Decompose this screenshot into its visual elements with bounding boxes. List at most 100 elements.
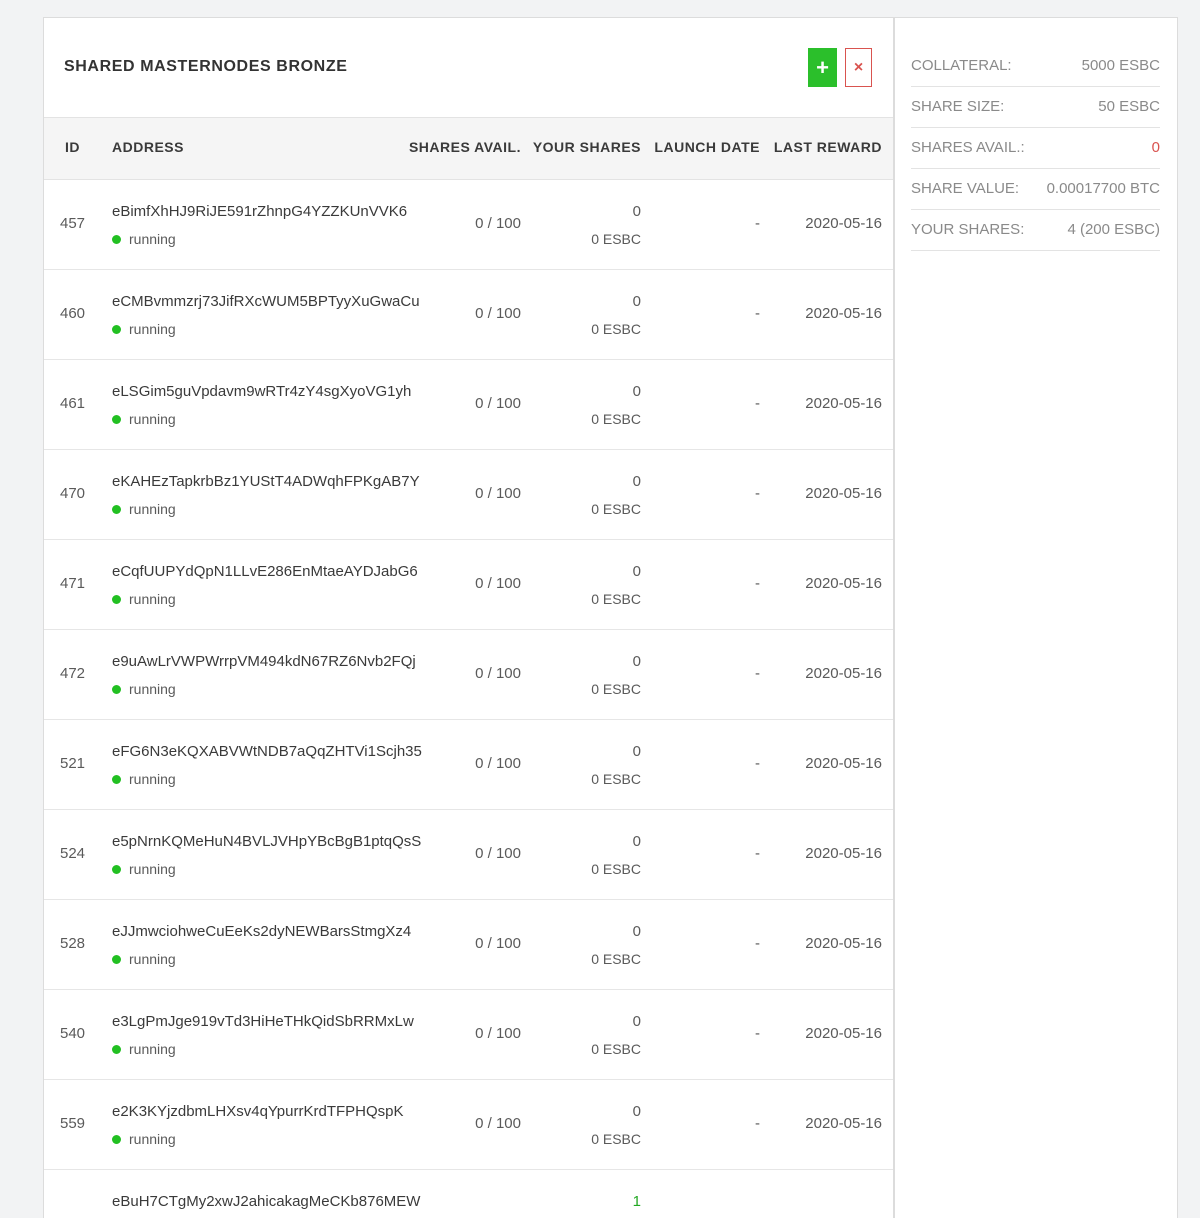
last-reward: 2020-05-16 (805, 215, 882, 232)
status-dot-icon (112, 864, 121, 874)
your-shares-esbc: 0 ESBC (591, 321, 641, 337)
last-reward: 2020-05-16 (805, 1115, 882, 1132)
column-header-address[interactable]: ADDRESS (112, 139, 184, 155)
your-shares-esbc: 0 ESBC (591, 591, 641, 607)
your-shares-count: 1 (632, 1193, 641, 1210)
status-dot-icon (112, 324, 121, 334)
status-dot-icon (112, 1134, 121, 1144)
launch-date: - (755, 935, 760, 952)
table-row[interactable]: 528 eJJmwciohweCuEeKs2dyNEWBarsStmgXz4 run… (44, 900, 893, 990)
table-row[interactable]: 472 e9uAwLrVWPWrrpVM494kdN67RZ6Nvb2FQj run… (44, 630, 893, 720)
status-dot-icon (112, 414, 121, 424)
stat-row: SHARES AVAIL.: 0 (911, 128, 1160, 169)
node-address[interactable]: eJJmwciohweCuEeKs2dyNEWBarsStmgXz4 (112, 923, 411, 940)
your-shares-count: 0 (632, 653, 641, 670)
node-status: running (112, 951, 176, 967)
node-id: 524 (60, 845, 86, 862)
your-shares-esbc: 0 ESBC (591, 411, 641, 427)
stat-value: 0 (1151, 139, 1160, 156)
table-row[interactable]: 521 eFG6N3eKQXABVWtNDB7aQqZHTVi1Scjh35 run… (44, 720, 893, 810)
your-shares-count: 0 (632, 833, 641, 850)
node-status: running (112, 591, 176, 607)
status-label: running (129, 231, 176, 247)
last-reward: 2020-05-16 (805, 1025, 882, 1042)
last-reward: 2020-05-16 (805, 935, 882, 952)
last-reward: 2020-05-16 (805, 485, 882, 502)
node-address[interactable]: eKAHEzTapkrbBz1YUStT4ADWqhFPKgAB7Y (112, 473, 420, 490)
node-address[interactable]: e5pNrnKQMeHuN4BVLJVHpYBcBgB1ptqQsS (112, 833, 421, 850)
launch-date: - (755, 395, 760, 412)
launch-date: - (755, 575, 760, 592)
launch-date: - (755, 215, 760, 232)
your-shares-count: 0 (632, 563, 641, 580)
launch-date: - (755, 485, 760, 502)
table-row[interactable]: 471 eCqfUUPYdQpN1LLvE286EnMtaeAYDJabG6 run… (44, 540, 893, 630)
node-status: running (112, 411, 176, 427)
node-address[interactable]: eFG6N3eKQXABVWtNDB7aQqZHTVi1Scjh35 (112, 743, 422, 760)
shares-avail: 0 / 100 (475, 1115, 521, 1132)
node-id: 471 (60, 575, 86, 592)
stat-row: SHARE VALUE: 0.00017700 BTC (911, 169, 1160, 210)
table-row[interactable]: 457 eBimfXhHJ9RiJE591rZhnpG4YZZKUnVVK6 run… (44, 180, 893, 270)
node-address[interactable]: eBuH7CTgMy2xwJ2ahicakagMeCKb876MEW (112, 1193, 420, 1210)
status-dot-icon (112, 504, 121, 514)
launch-date: - (755, 1115, 760, 1132)
node-status: running (112, 231, 176, 247)
node-id: 472 (60, 665, 86, 682)
column-header-your-shares[interactable]: YOUR SHARES (533, 139, 641, 155)
node-address[interactable]: eLSGim5guVpdavm9wRTr4zY4sgXyoVG1yh (112, 383, 411, 400)
column-header-shares-avail[interactable]: SHARES AVAIL. (409, 139, 521, 155)
shares-avail: 0 / 100 (475, 1025, 521, 1042)
table-row[interactable]: 460 eCMBvmmzrj73JifRXcWUM5BPTyyXuGwaCu run… (44, 270, 893, 360)
node-address[interactable]: e9uAwLrVWPWrrpVM494kdN67RZ6Nvb2FQj (112, 653, 416, 670)
stat-value: 0.00017700 BTC (1046, 180, 1160, 197)
your-shares-esbc: 0 ESBC (591, 951, 641, 967)
shares-avail: 0 / 100 (475, 935, 521, 952)
column-header-launch-date[interactable]: LAUNCH DATE (654, 139, 760, 155)
your-shares-esbc: 0 ESBC (591, 861, 641, 877)
status-label: running (129, 771, 176, 787)
stat-label: SHARES AVAIL.: (911, 139, 1025, 156)
node-address[interactable]: eCMBvmmzrj73JifRXcWUM5BPTyyXuGwaCu (112, 293, 420, 310)
node-status: running (112, 771, 176, 787)
shares-avail: 0 / 100 (475, 215, 521, 232)
table-row[interactable]: 524 e5pNrnKQMeHuN4BVLJVHpYBcBgB1ptqQsS run… (44, 810, 893, 900)
stat-label: COLLATERAL: (911, 57, 1012, 74)
stat-label: YOUR SHARES: (911, 221, 1025, 238)
table-row[interactable]: eBuH7CTgMy2xwJ2ahicakagMeCKb876MEW 1 (44, 1170, 893, 1218)
last-reward: 2020-05-16 (805, 305, 882, 322)
column-header-id[interactable]: ID (65, 139, 80, 155)
launch-date: - (755, 1025, 760, 1042)
shares-avail: 0 / 100 (475, 755, 521, 772)
stat-value: 5000 ESBC (1081, 57, 1160, 74)
table-row[interactable]: 470 eKAHEzTapkrbBz1YUStT4ADWqhFPKgAB7Y run… (44, 450, 893, 540)
status-label: running (129, 411, 176, 427)
node-address[interactable]: eBimfXhHJ9RiJE591rZhnpG4YZZKUnVVK6 (112, 203, 407, 220)
column-header-last-reward[interactable]: LAST REWARD (774, 139, 882, 155)
your-shares-esbc: 0 ESBC (591, 231, 641, 247)
table-row[interactable]: 540 e3LgPmJge919vTd3HiHeTHkQidSbRRMxLw run… (44, 990, 893, 1080)
node-id: 521 (60, 755, 86, 772)
table-header: ID ADDRESS SHARES AVAIL. YOUR SHARES LAU… (44, 118, 893, 180)
your-shares-esbc: 0 ESBC (591, 681, 641, 697)
status-label: running (129, 951, 176, 967)
node-id: 460 (60, 305, 86, 322)
remove-button[interactable]: × (845, 48, 872, 87)
table-row[interactable]: 559 e2K3KYjzdbmLHXsv4qYpurrKrdTFPHQspK run… (44, 1080, 893, 1170)
status-label: running (129, 591, 176, 607)
node-id: 470 (60, 485, 86, 502)
stat-value: 4 (200 ESBC) (1067, 221, 1160, 238)
shares-avail: 0 / 100 (475, 845, 521, 862)
stat-label: SHARE SIZE: (911, 98, 1005, 115)
node-status: running (112, 681, 176, 697)
status-dot-icon (112, 234, 121, 244)
node-address[interactable]: e2K3KYjzdbmLHXsv4qYpurrKrdTFPHQspK (112, 1103, 404, 1120)
table-row[interactable]: 461 eLSGim5guVpdavm9wRTr4zY4sgXyoVG1yh run… (44, 360, 893, 450)
add-button[interactable]: + (808, 48, 837, 87)
shares-avail: 0 / 100 (475, 485, 521, 502)
stat-label: SHARE VALUE: (911, 180, 1020, 197)
last-reward: 2020-05-16 (805, 845, 882, 862)
node-status: running (112, 1131, 176, 1147)
node-address[interactable]: e3LgPmJge919vTd3HiHeTHkQidSbRRMxLw (112, 1013, 414, 1030)
node-address[interactable]: eCqfUUPYdQpN1LLvE286EnMtaeAYDJabG6 (112, 563, 418, 580)
